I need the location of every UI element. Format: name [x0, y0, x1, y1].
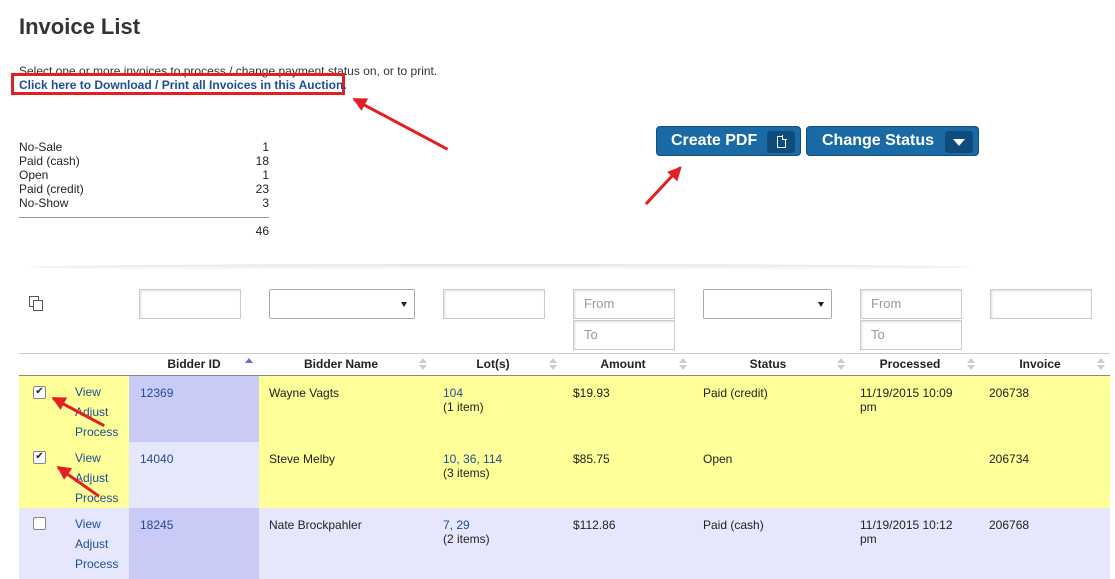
processed-from-filter[interactable]: From — [860, 289, 962, 319]
summary-count: 18 — [255, 154, 269, 168]
summary-count: 1 — [262, 168, 269, 182]
amount: $112.86 — [573, 518, 616, 532]
create-pdf-label: Create PDF — [671, 132, 758, 149]
view-link[interactable]: View — [75, 382, 118, 402]
sort-icon[interactable] — [967, 358, 975, 370]
summary-label: No-Show — [19, 196, 69, 210]
table-row: View Adjust Process 18245 Nate Brockpahl… — [19, 508, 1110, 579]
column-header-status[interactable]: Status — [693, 357, 843, 371]
status: Open — [703, 452, 733, 466]
chevron-down-icon — [401, 302, 407, 307]
status-summary: No-Sale 1 Paid (cash) 18 Open 1 Paid (credi… — [19, 140, 269, 238]
row-checkbox[interactable]: ✔ — [33, 451, 46, 464]
column-header-invoice[interactable]: Invoice — [980, 357, 1100, 371]
lots-filter[interactable] — [443, 289, 545, 319]
column-header-lots[interactable]: Lot(s) — [433, 357, 553, 371]
annotation-arrow — [644, 166, 682, 206]
summary-row: Open 1 — [19, 168, 269, 182]
view-link[interactable]: View — [75, 514, 118, 534]
summary-row: Paid (credit) 23 — [19, 182, 269, 196]
bidder-name: Wayne Vagts — [269, 386, 340, 400]
page-title: Invoice List — [19, 14, 141, 39]
sort-icon[interactable] — [837, 358, 845, 370]
chevron-down-icon — [818, 302, 824, 307]
download-all-invoices-link[interactable]: Click here to Download / Print all Invoi… — [19, 78, 347, 92]
bidder-name: Nate Brockpahler — [269, 518, 362, 532]
annotation-arrow — [353, 98, 449, 151]
sort-asc-icon[interactable] — [245, 358, 253, 370]
status-dropdown-toggle[interactable] — [945, 131, 973, 153]
lots-link[interactable]: 104 — [443, 386, 463, 400]
amount-to-filter[interactable]: To — [573, 320, 675, 350]
status: Paid (credit) — [703, 386, 768, 400]
summary-label: Open — [19, 168, 49, 182]
invoice-filter[interactable] — [990, 289, 1092, 319]
row-checkbox[interactable] — [33, 517, 46, 530]
summary-divider — [19, 217, 269, 218]
process-link[interactable]: Process — [75, 422, 118, 442]
sort-icon[interactable] — [549, 358, 557, 370]
adjust-link[interactable]: Adjust — [75, 534, 118, 554]
lots-item-count: (2 items) — [443, 532, 490, 546]
processed-to-filter[interactable]: To — [860, 320, 962, 350]
table-header: Bidder ID Bidder Name Lot(s) Amount Stat… — [19, 353, 1110, 376]
column-header-bidder-id[interactable]: Bidder ID — [129, 357, 259, 371]
create-pdf-button[interactable]: Create PDF — [656, 126, 801, 156]
status-filter-select[interactable] — [703, 289, 832, 319]
process-link[interactable]: Process — [75, 488, 118, 508]
status: Paid (cash) — [703, 518, 764, 532]
bidder-name: Steve Melby — [269, 452, 336, 466]
amount: $85.75 — [573, 452, 610, 466]
amount: $19.93 — [573, 386, 610, 400]
row-actions: View Adjust Process — [75, 514, 118, 574]
invoice-number: 206768 — [989, 518, 1030, 532]
lots-link[interactable]: 7, 29 — [443, 518, 470, 532]
caret-down-icon — [953, 138, 965, 146]
summary-row: Paid (cash) 18 — [19, 154, 269, 168]
column-header-amount[interactable]: Amount — [563, 357, 683, 371]
summary-total: 46 — [255, 224, 269, 238]
bidder-id-link[interactable]: 18245 — [140, 518, 173, 532]
summary-count: 23 — [255, 182, 269, 196]
view-link[interactable]: View — [75, 448, 118, 468]
summary-row: No-Sale 1 — [19, 140, 269, 154]
bidder-name-filter-select[interactable] — [269, 289, 415, 319]
column-header-bidder-name[interactable]: Bidder Name — [259, 357, 423, 371]
invoice-number: 206738 — [989, 386, 1030, 400]
summary-count: 3 — [262, 196, 269, 210]
change-status-label: Change Status — [822, 132, 935, 149]
sort-icon[interactable] — [419, 358, 427, 370]
processed-date: 11/19/2015 10:12 — [860, 518, 953, 532]
invoice-number: 206734 — [989, 452, 1030, 466]
bidder-id-link[interactable]: 12369 — [140, 386, 173, 400]
bidder-id-filter[interactable] — [139, 289, 241, 319]
change-status-button[interactable]: Change Status — [806, 126, 979, 156]
bidder-id-link[interactable]: 14040 — [140, 452, 173, 466]
column-header-processed[interactable]: Processed — [850, 357, 970, 371]
row-actions: View Adjust Process — [75, 448, 118, 508]
summary-row: No-Show 3 — [19, 196, 269, 210]
document-icon — [776, 135, 787, 148]
processed-time-suffix: pm — [860, 400, 877, 414]
process-link[interactable]: Process — [75, 554, 118, 574]
processed-time-suffix: pm — [860, 532, 877, 546]
summary-count: 1 — [262, 140, 269, 154]
row-checkbox[interactable]: ✔ — [33, 386, 46, 399]
copy-icon[interactable] — [29, 296, 43, 311]
lots-item-count: (3 items) — [443, 466, 490, 480]
sort-icon[interactable] — [1097, 358, 1105, 370]
summary-label: Paid (credit) — [19, 182, 84, 196]
processed-date: 11/19/2015 10:09 — [860, 386, 953, 400]
section-divider — [28, 264, 970, 270]
lots-item-count: (1 item) — [443, 400, 484, 414]
table-row: ✔ View Adjust Process 12369 Wayne Vagts … — [19, 376, 1110, 442]
table-row: ✔ View Adjust Process 14040 Steve Melby … — [19, 442, 1110, 508]
summary-label: Paid (cash) — [19, 154, 80, 168]
lots-link[interactable]: 10, 36, 114 — [443, 452, 502, 466]
amount-from-filter[interactable]: From — [573, 289, 675, 319]
summary-label: No-Sale — [19, 140, 63, 154]
sort-icon[interactable] — [679, 358, 687, 370]
pdf-icon-box — [767, 131, 795, 153]
